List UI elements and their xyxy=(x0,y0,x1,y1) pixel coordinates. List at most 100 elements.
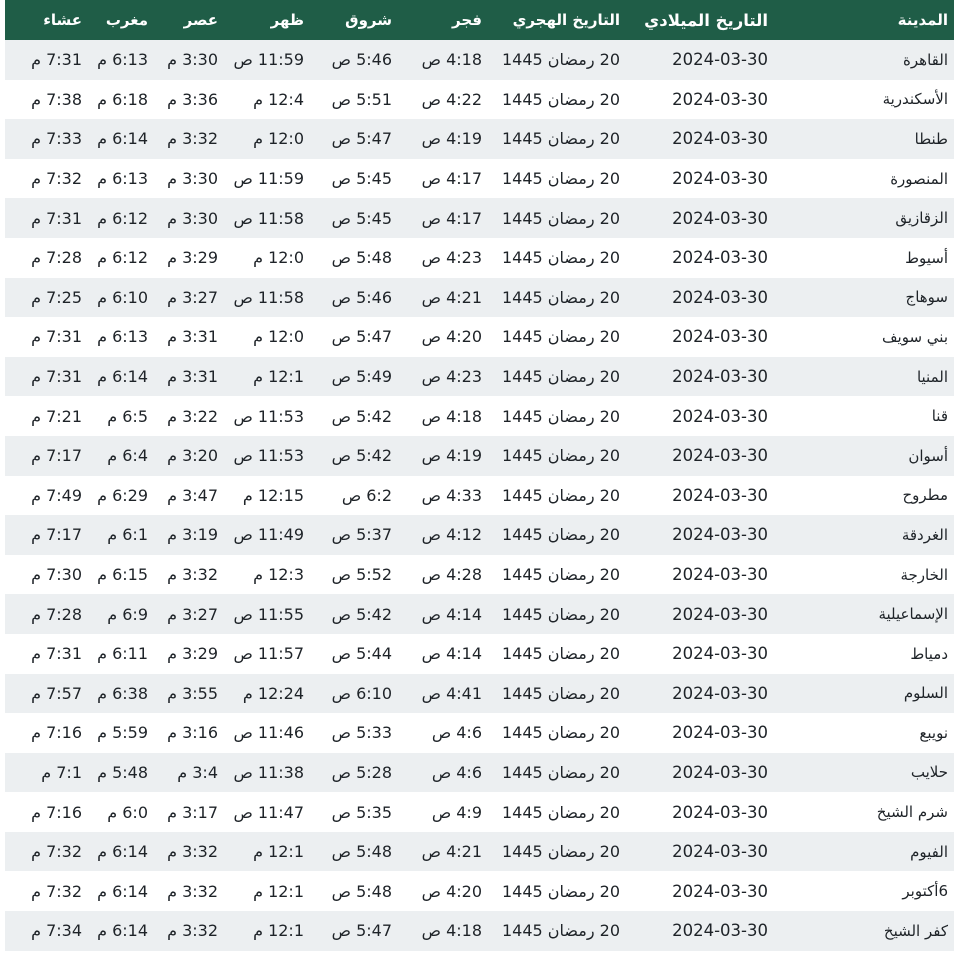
cell-dhuhr: 12:1 م xyxy=(253,367,304,387)
cell-hijri-date: 20 رمضان 1445 xyxy=(501,723,620,743)
cell-maghrib: 6:14 م xyxy=(97,881,148,901)
table-row: الخارجة 2024-03-30 20 رمضان 1445 4:28 ص 5:52… xyxy=(5,554,954,595)
cell-hijri-date: 20 رمضان 1445 xyxy=(501,842,620,862)
cell-hijri-date: 20 رمضان 1445 xyxy=(501,169,620,189)
cell-gregorian-date: 2024-03-30 xyxy=(672,881,768,901)
table-row: نويبع 2024-03-30 20 رمضان 1445 4:6 ص 5:33 ص 1… xyxy=(5,713,954,753)
cell-asr: 3:17 م xyxy=(167,802,218,822)
cell-shuruq: 5:35 ص xyxy=(331,802,392,822)
cell-gregorian-date: 2024-03-30 xyxy=(672,406,768,426)
cell-hijri-date: 20 رمضان 1445 xyxy=(501,683,620,703)
cell-dhuhr: 12:15 م xyxy=(242,485,304,505)
cell-fajr: 4:6 ص xyxy=(431,762,482,782)
cell-isha: 7:17 م xyxy=(31,446,82,466)
cell-shuruq: 5:46 ص xyxy=(331,287,392,307)
cell-hijri-date: 20 رمضان 1445 xyxy=(501,644,620,664)
cell-isha: 7:31 م xyxy=(31,367,82,387)
cell-maghrib: 6:29 م xyxy=(97,485,148,505)
cell-isha: 7:16 م xyxy=(31,802,82,822)
cell-dhuhr: 11:58 ص xyxy=(233,208,304,228)
cell-isha: 7:17 م xyxy=(31,525,82,545)
cell-gregorian-date: 2024-03-30 xyxy=(672,129,768,149)
cell-hijri-date: 20 رمضان 1445 xyxy=(501,762,620,782)
cell-asr: 3:55 م xyxy=(167,683,218,703)
cell-hijri-date: 20 رمضان 1445 xyxy=(501,367,620,387)
cell-dhuhr: 11:49 ص xyxy=(233,525,304,545)
cell-gregorian-date: 2024-03-30 xyxy=(672,248,768,268)
cell-fajr: 4:41 ص xyxy=(421,683,482,703)
cell-shuruq: 5:46 ص xyxy=(331,50,392,70)
cell-dhuhr: 11:47 ص xyxy=(233,802,304,822)
cell-hijri-date: 20 رمضان 1445 xyxy=(501,406,620,426)
cell-city: طنطا xyxy=(914,129,948,148)
table-row: مطروح 2024-03-30 20 رمضان 1445 4:33 ص 6:2 ص 1… xyxy=(5,475,954,516)
header-isha: عشاء xyxy=(43,11,82,29)
cell-hijri-date: 20 رمضان 1445 xyxy=(501,565,620,585)
cell-city: الخارجة xyxy=(900,565,948,584)
cell-fajr: 4:12 ص xyxy=(421,525,482,545)
cell-gregorian-date: 2024-03-30 xyxy=(672,644,768,664)
cell-dhuhr: 12:4 م xyxy=(253,89,304,109)
cell-asr: 3:30 م xyxy=(167,169,218,189)
cell-gregorian-date: 2024-03-30 xyxy=(672,802,768,822)
cell-asr: 3:32 م xyxy=(167,921,218,941)
cell-asr: 3:32 م xyxy=(167,842,218,862)
cell-maghrib: 5:59 م xyxy=(97,723,148,743)
cell-dhuhr: 11:58 ص xyxy=(233,287,304,307)
header-maghrib: مغرب xyxy=(105,11,148,29)
cell-gregorian-date: 2024-03-30 xyxy=(672,762,768,782)
cell-city: السلوم xyxy=(903,684,948,703)
cell-isha: 7:30 م xyxy=(31,565,82,585)
table-row: قنا 2024-03-30 20 رمضان 1445 4:18 ص 5:42 ص 11… xyxy=(5,396,954,436)
cell-hijri-date: 20 رمضان 1445 xyxy=(501,881,620,901)
cell-city: الغردقة xyxy=(901,525,948,544)
cell-gregorian-date: 2024-03-30 xyxy=(672,208,768,228)
cell-gregorian-date: 2024-03-30 xyxy=(672,604,768,624)
table-row: المنيا 2024-03-30 20 رمضان 1445 4:23 ص 5:49 … xyxy=(5,356,954,397)
cell-shuruq: 5:45 ص xyxy=(331,208,392,228)
cell-asr: 3:16 م xyxy=(167,723,218,743)
cell-gregorian-date: 2024-03-30 xyxy=(672,446,768,466)
cell-isha: 7:31 م xyxy=(31,327,82,347)
cell-dhuhr: 11:38 ص xyxy=(233,762,304,782)
cell-dhuhr: 11:59 ص xyxy=(233,169,304,189)
cell-shuruq: 5:48 ص xyxy=(331,842,392,862)
cell-isha: 7:32 م xyxy=(31,169,82,189)
cell-maghrib: 5:48 م xyxy=(97,762,148,782)
cell-gregorian-date: 2024-03-30 xyxy=(672,565,768,585)
cell-city: دمياط xyxy=(910,644,948,663)
cell-dhuhr: 11:59 ص xyxy=(233,50,304,70)
cell-dhuhr: 11:57 ص xyxy=(233,644,304,664)
cell-isha: 7:1 م xyxy=(41,762,82,782)
prayer-times-table: المدينة التاريخ الميلادي التاريخ الهجري … xyxy=(5,0,954,951)
cell-maghrib: 6:12 م xyxy=(97,208,148,228)
cell-gregorian-date: 2024-03-30 xyxy=(672,50,768,70)
cell-fajr: 4:21 ص xyxy=(421,842,482,862)
cell-maghrib: 6:9 م xyxy=(107,604,148,624)
cell-city: بني سويف xyxy=(882,327,948,346)
cell-dhuhr: 11:46 ص xyxy=(233,723,304,743)
cell-shuruq: 5:42 ص xyxy=(331,446,392,466)
cell-maghrib: 6:13 م xyxy=(97,169,148,189)
cell-hijri-date: 20 رمضان 1445 xyxy=(501,802,620,822)
cell-shuruq: 6:2 ص xyxy=(341,485,392,505)
cell-isha: 7:49 م xyxy=(31,485,82,505)
cell-shuruq: 5:42 ص xyxy=(331,406,392,426)
cell-shuruq: 5:51 ص xyxy=(331,89,392,109)
cell-city: الإسماعيلية xyxy=(878,605,948,624)
cell-isha: 7:32 م xyxy=(31,842,82,862)
cell-isha: 7:57 م xyxy=(31,683,82,703)
cell-fajr: 4:18 ص xyxy=(421,50,482,70)
cell-gregorian-date: 2024-03-30 xyxy=(672,683,768,703)
cell-asr: 3:30 م xyxy=(167,50,218,70)
table-row: بني سويف 2024-03-30 20 رمضان 1445 4:20 ص 5:4… xyxy=(5,317,954,357)
cell-city: سوهاج xyxy=(905,288,948,307)
cell-gregorian-date: 2024-03-30 xyxy=(672,327,768,347)
cell-hijri-date: 20 رمضان 1445 xyxy=(501,248,620,268)
cell-city: نويبع xyxy=(919,723,948,742)
cell-isha: 7:32 م xyxy=(31,881,82,901)
cell-fajr: 4:23 ص xyxy=(421,248,482,268)
cell-isha: 7:16 م xyxy=(31,723,82,743)
cell-dhuhr: 12:1 م xyxy=(253,842,304,862)
table-row: المنصورة 2024-03-30 20 رمضان 1445 4:17 ص 5:4… xyxy=(5,158,954,199)
